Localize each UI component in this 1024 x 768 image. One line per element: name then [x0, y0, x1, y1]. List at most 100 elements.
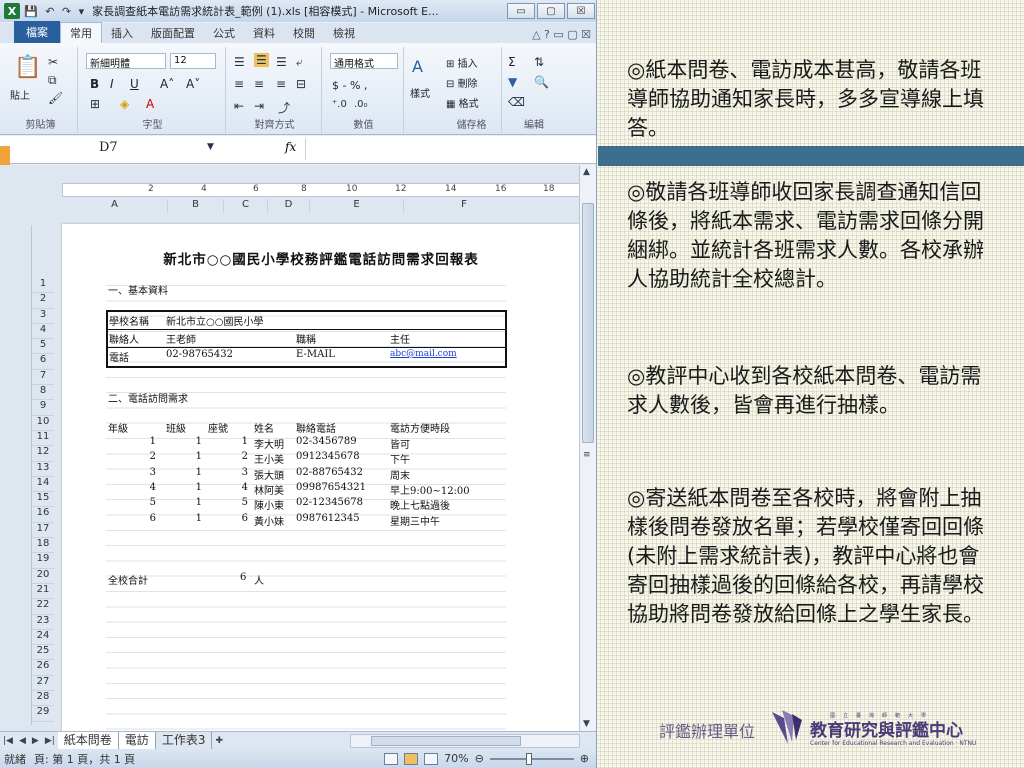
zoom-out-icon[interactable]: ⊖: [475, 752, 484, 765]
column-header-f[interactable]: F: [404, 199, 524, 213]
cell-phone[interactable]: 02-12345678: [296, 497, 363, 508]
tab-page-layout[interactable]: 版面配置: [142, 23, 204, 43]
sheet-tab-paper-survey[interactable]: 紙本問卷: [57, 732, 119, 749]
cell-time[interactable]: 星期三中午: [390, 513, 440, 528]
zoom-slider[interactable]: [489, 752, 574, 765]
cell-class[interactable]: 1: [196, 436, 202, 447]
tab-formulas[interactable]: 公式: [204, 23, 244, 43]
tab-home[interactable]: 常用: [60, 22, 102, 43]
zoom-level[interactable]: 70%: [444, 752, 468, 765]
borders-icon[interactable]: ⊞: [90, 97, 100, 111]
header-class[interactable]: 班級: [166, 420, 186, 435]
cell-name[interactable]: 黃小妹: [254, 513, 284, 528]
copy-icon[interactable]: ⧉: [48, 73, 57, 88]
format-cells-button[interactable]: ▦ 格式: [446, 95, 479, 110]
phone-label[interactable]: 電話: [109, 349, 129, 364]
delete-cells-button[interactable]: ⊟ 刪除: [446, 75, 478, 90]
name-box-dropdown-icon[interactable]: ▼: [207, 142, 214, 152]
autosum-button[interactable]: Σ: [508, 55, 516, 69]
align-center-icon[interactable]: ≡: [254, 77, 264, 91]
row-header[interactable]: 14: [32, 477, 54, 493]
header-name[interactable]: 姓名: [254, 420, 274, 435]
paste-label[interactable]: 貼上: [10, 87, 30, 102]
restore-button[interactable]: ▢: [537, 3, 565, 19]
next-sheet-icon[interactable]: ▶: [29, 736, 42, 746]
row-header[interactable]: 12: [32, 446, 54, 462]
styles-icon[interactable]: A: [412, 57, 423, 76]
name-box[interactable]: D7: [14, 140, 214, 158]
cell-time[interactable]: 皆可: [390, 436, 410, 451]
row-header[interactable]: 23: [32, 615, 54, 630]
row-header[interactable]: 4: [32, 324, 54, 340]
prev-sheet-icon[interactable]: ◀: [16, 736, 29, 746]
cell-grade[interactable]: 3: [150, 467, 156, 478]
decimal-increase-icon[interactable]: ⁺.0: [332, 99, 347, 110]
cut-icon[interactable]: ✂: [48, 55, 58, 69]
styles-label[interactable]: 樣式: [410, 85, 430, 100]
vertical-scroll-thumb[interactable]: [582, 203, 594, 443]
row-header[interactable]: 17: [32, 523, 54, 539]
vertical-scrollbar[interactable]: ▲ ≡ ▼: [579, 165, 596, 733]
shrink-font-button[interactable]: A˅: [186, 77, 200, 91]
wrap-text-icon[interactable]: ⤶: [296, 55, 303, 70]
row-header[interactable]: 24: [32, 630, 54, 646]
cell-grade[interactable]: 5: [150, 497, 156, 508]
row-header[interactable]: 3: [32, 309, 54, 324]
cell-phone[interactable]: 09987654321: [296, 482, 366, 493]
normal-view-icon[interactable]: [384, 752, 399, 765]
align-left-icon[interactable]: ≡: [234, 77, 244, 91]
page-break-view-icon[interactable]: [424, 752, 439, 765]
new-sheet-icon[interactable]: ✚: [212, 736, 226, 746]
row-header[interactable]: 27: [32, 676, 54, 692]
row-header[interactable]: 20: [32, 569, 54, 584]
contact-label[interactable]: 聯絡人: [109, 331, 139, 346]
cell-class[interactable]: 1: [196, 497, 202, 508]
row-header[interactable]: 29: [32, 706, 54, 722]
grow-font-button[interactable]: A˄: [160, 77, 174, 91]
quick-access-toolbar[interactable]: 💾 ↶ ↷ ▾: [24, 5, 86, 18]
row-header[interactable]: 13: [32, 462, 54, 477]
ribbon-help-icons[interactable]: △ ? ▭ ▢ ☒: [532, 28, 596, 43]
align-bottom-icon[interactable]: ☰: [276, 55, 287, 69]
header-time[interactable]: 電訪方便時段: [390, 420, 450, 435]
row-header[interactable]: 18: [32, 538, 54, 554]
cell-class[interactable]: 1: [196, 451, 202, 462]
tab-file[interactable]: 檔案: [14, 21, 60, 43]
total-label[interactable]: 全校合計: [108, 572, 148, 587]
row-header[interactable]: 19: [32, 553, 54, 569]
cell-seat[interactable]: 6: [242, 513, 248, 524]
phone-value[interactable]: 02-98765432: [166, 349, 233, 360]
cell-name[interactable]: 王小美: [254, 451, 284, 466]
zoom-slider-knob[interactable]: [525, 752, 532, 765]
header-grade[interactable]: 年級: [108, 420, 128, 435]
cell-seat[interactable]: 1: [242, 436, 248, 447]
header-phone[interactable]: 聯絡電話: [296, 420, 336, 435]
column-header-e[interactable]: E: [310, 199, 404, 213]
zoom-in-icon[interactable]: ⊕: [580, 752, 589, 765]
column-header-b[interactable]: B: [168, 199, 224, 213]
section2-heading[interactable]: 二、電話訪問需求: [108, 390, 188, 405]
row-header[interactable]: 6: [32, 354, 54, 370]
row-header[interactable]: 28: [32, 691, 54, 707]
scroll-down-icon[interactable]: ▼: [583, 719, 590, 729]
cell-grade[interactable]: 4: [150, 482, 156, 493]
font-color-icon[interactable]: A: [146, 97, 154, 111]
fill-color-icon[interactable]: ◈: [120, 97, 129, 111]
orientation-icon[interactable]: ⤴: [278, 99, 290, 116]
format-painter-icon[interactable]: 🖌: [48, 91, 63, 105]
row-header[interactable]: 22: [32, 599, 54, 615]
close-button[interactable]: ☒: [567, 3, 595, 19]
italic-button[interactable]: I: [110, 77, 114, 91]
header-seat[interactable]: 座號: [208, 420, 228, 435]
merge-icon[interactable]: ⊟: [296, 77, 306, 91]
tab-view[interactable]: 檢視: [324, 23, 364, 43]
tab-data[interactable]: 資料: [244, 23, 284, 43]
currency-percent-buttons[interactable]: $ - % ,: [332, 79, 367, 92]
row-header[interactable]: 16: [32, 507, 54, 523]
horizontal-scrollbar[interactable]: [350, 733, 580, 748]
cell-name[interactable]: 陳小東: [254, 497, 284, 512]
cell-class[interactable]: 1: [196, 467, 202, 478]
total-unit[interactable]: 人: [254, 572, 264, 587]
cell-time[interactable]: 晚上七點過後: [390, 497, 450, 512]
row-header[interactable]: 9: [32, 400, 54, 416]
